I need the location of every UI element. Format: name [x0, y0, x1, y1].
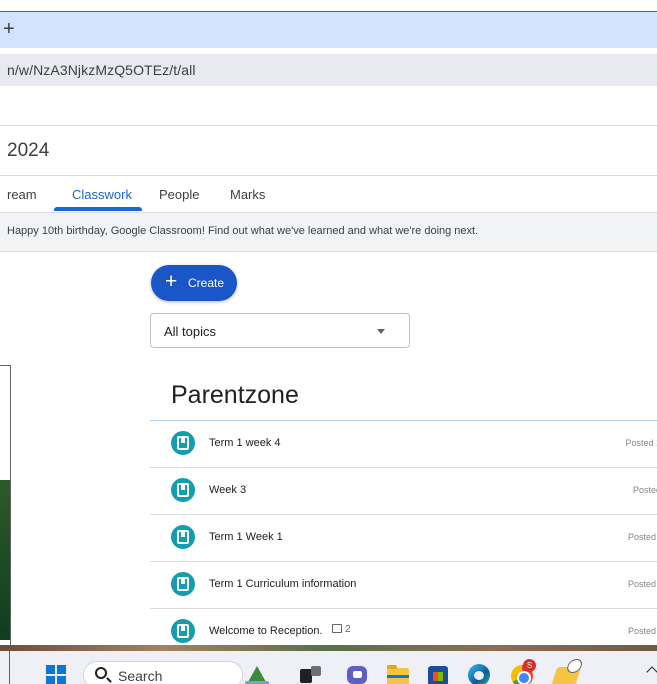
item-posted-date: Posted : — [627, 579, 657, 589]
plus-icon: + — [165, 270, 178, 293]
create-label: Create — [188, 276, 225, 290]
item-title: Term 1 Curriculum information — [209, 578, 357, 590]
nav-divider — [0, 175, 657, 176]
list-item[interactable]: Term 1 Week 1 Posted : — [150, 515, 657, 562]
item-title: Welcome to Reception. — [209, 625, 323, 637]
topic-filter-select[interactable]: All topics — [150, 313, 410, 348]
search-icon — [95, 667, 107, 679]
chevron-up-icon[interactable] — [646, 666, 657, 678]
list-item[interactable]: Week 3 Posted — [150, 468, 657, 515]
window-top-edge — [0, 0, 657, 12]
comment-icon — [332, 624, 342, 633]
dropdown-arrow-icon — [377, 329, 385, 334]
tab-stream[interactable]: ream — [7, 187, 37, 202]
store-icon[interactable] — [426, 663, 450, 684]
material-icon — [171, 431, 195, 455]
taskbar-left-edge — [0, 651, 10, 684]
announcement-banner: Happy 10th birthday, Google Classroom! F… — [0, 212, 657, 252]
active-tab-indicator — [54, 207, 142, 211]
taskbar-search[interactable]: Search — [83, 661, 243, 684]
topic-title: Parentzone — [171, 381, 299, 409]
item-posted-date: Posted — [632, 485, 657, 495]
tab-marks[interactable]: Marks — [230, 187, 265, 202]
search-label: Search — [118, 668, 163, 684]
profile-icon[interactable] — [550, 663, 582, 684]
chrome-profile-badge: S — [523, 659, 536, 672]
windows-start-icon[interactable] — [46, 665, 66, 684]
tree-widget-icon[interactable] — [245, 663, 269, 684]
item-title: Week 3 — [209, 484, 247, 496]
comment-count: 2 — [332, 624, 351, 635]
list-item[interactable]: Term 1 Curriculum information Posted : — [150, 562, 657, 609]
comment-count-value: 2 — [345, 624, 351, 635]
banner-text[interactable]: Happy 10th birthday, Google Classroom! F… — [7, 225, 478, 237]
address-bar[interactable]: n/w/NzA3NjkzMzQ5OTEz/t/all — [0, 54, 657, 86]
item-title: Term 1 week 4 — [209, 437, 281, 449]
tab-people[interactable]: People — [159, 187, 199, 202]
edge-icon[interactable] — [467, 663, 491, 684]
task-view-icon[interactable] — [298, 663, 322, 684]
taskbar: Search S — [0, 651, 657, 684]
desktop-wallpaper-edge — [0, 480, 10, 640]
create-button[interactable]: + Create — [151, 265, 237, 301]
topic-select-value: All topics — [164, 324, 217, 339]
tab-classwork[interactable]: Classwork — [72, 187, 132, 202]
item-title: Term 1 Week 1 — [209, 531, 283, 543]
item-posted-date: Posted 1 — [625, 438, 657, 448]
new-tab-button[interactable]: + — [3, 18, 15, 41]
item-posted-date: Posted : — [627, 532, 657, 542]
address-url[interactable]: n/w/NzA3NjkzMzQ5OTEz/t/all — [7, 62, 196, 78]
item-posted-date: Posted : — [627, 626, 657, 636]
material-icon — [171, 525, 195, 549]
chrome-icon[interactable]: S — [510, 659, 536, 684]
file-explorer-icon[interactable] — [386, 663, 410, 684]
meet-icon[interactable] — [346, 663, 370, 684]
browser-tab-strip: + — [0, 12, 657, 48]
list-item[interactable]: Term 1 week 4 Posted 1 — [150, 421, 657, 468]
material-icon — [171, 478, 195, 502]
header-divider — [0, 125, 657, 126]
material-icon — [171, 619, 195, 643]
material-icon — [171, 572, 195, 596]
class-title: 2024 — [7, 140, 50, 161]
